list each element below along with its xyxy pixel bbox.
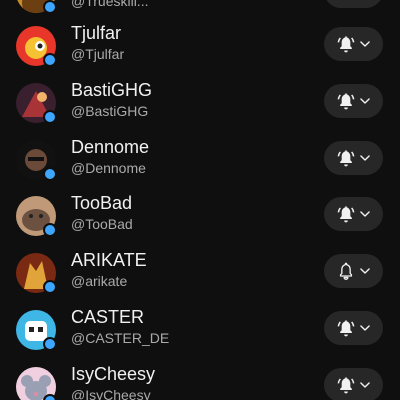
notification-settings-button[interactable] xyxy=(324,254,383,288)
channel-handle: @Trueskill... xyxy=(71,0,149,9)
channel-handle: @BastiGHG xyxy=(71,103,149,119)
chevron-down-icon xyxy=(359,155,370,161)
channel-avatar-wrap[interactable] xyxy=(16,140,57,181)
chevron-down-icon xyxy=(359,325,370,331)
channel-handle: @Tjulfar xyxy=(71,46,125,62)
bell-ring-icon xyxy=(337,377,354,394)
channel-avatar-wrap[interactable] xyxy=(16,0,57,14)
channel-name[interactable]: ARIKATE xyxy=(71,249,147,271)
notification-settings-button[interactable] xyxy=(324,27,383,61)
channel-name[interactable]: Tjulfar xyxy=(71,22,121,44)
channel-name[interactable]: Dennome xyxy=(71,136,149,158)
chevron-down-icon xyxy=(359,382,370,388)
bell-outline-icon xyxy=(339,262,352,280)
channel-avatar-wrap[interactable] xyxy=(16,26,57,67)
chevron-down-icon xyxy=(359,98,370,104)
notification-settings-button[interactable] xyxy=(324,84,383,118)
chevron-down-icon xyxy=(359,268,370,274)
channel-row[interactable]: Tjulfar @Tjulfar xyxy=(0,20,400,76)
channel-avatar-wrap[interactable] xyxy=(16,367,57,400)
new-content-dot xyxy=(43,0,57,14)
new-content-dot xyxy=(43,394,57,400)
channel-row[interactable]: CASTER @CASTER_DE xyxy=(0,304,400,360)
channel-handle: @CASTER_DE xyxy=(71,330,170,346)
new-content-dot xyxy=(43,337,57,351)
channel-handle: @arikate xyxy=(71,273,128,289)
channel-handle: @IsyCheesy xyxy=(71,387,151,400)
channel-handle: @Dennome xyxy=(71,160,146,176)
bell-ring-icon xyxy=(337,93,354,110)
bell-ring-icon xyxy=(337,36,354,53)
notification-settings-button[interactable] xyxy=(324,368,383,400)
channel-row[interactable]: TooBad @TooBad xyxy=(0,190,400,246)
new-content-dot xyxy=(43,167,57,181)
channel-avatar-wrap[interactable] xyxy=(16,310,57,351)
channel-handle: @TooBad xyxy=(71,216,133,232)
channel-name[interactable]: TooBad xyxy=(71,192,132,214)
channel-row[interactable]: ARIKATE @arikate xyxy=(0,247,400,303)
new-content-dot xyxy=(43,53,57,67)
channel-row[interactable]: Dennome @Dennome xyxy=(0,134,400,190)
channel-name[interactable]: IsyCheesy xyxy=(71,363,155,385)
notification-settings-button[interactable] xyxy=(324,141,383,175)
channel-row[interactable]: IsyCheesy @IsyCheesy xyxy=(0,361,400,400)
notification-settings-button[interactable] xyxy=(324,197,383,231)
channel-name[interactable]: BastiGHG xyxy=(71,79,152,101)
channel-avatar-wrap[interactable] xyxy=(16,253,57,294)
chevron-down-icon xyxy=(359,41,370,47)
bell-ring-icon xyxy=(337,150,354,167)
notification-settings-button[interactable] xyxy=(324,311,383,345)
bell-ring-icon xyxy=(337,206,354,223)
bell-ring-icon xyxy=(337,320,354,337)
new-content-dot xyxy=(43,110,57,124)
new-content-dot xyxy=(43,223,57,237)
chevron-down-icon xyxy=(359,211,370,217)
notification-settings-button[interactable] xyxy=(324,0,383,8)
channel-avatar-wrap[interactable] xyxy=(16,196,57,237)
new-content-dot xyxy=(43,280,57,294)
subscriptions-channel-list: @Trueskill... Tjulfar @Tjulfar BastiGHG … xyxy=(0,0,400,400)
bell-ring-icon xyxy=(336,0,356,1)
channel-avatar-wrap[interactable] xyxy=(16,83,57,124)
channel-row[interactable]: BastiGHG @BastiGHG xyxy=(0,77,400,133)
channel-name[interactable]: CASTER xyxy=(71,306,144,328)
